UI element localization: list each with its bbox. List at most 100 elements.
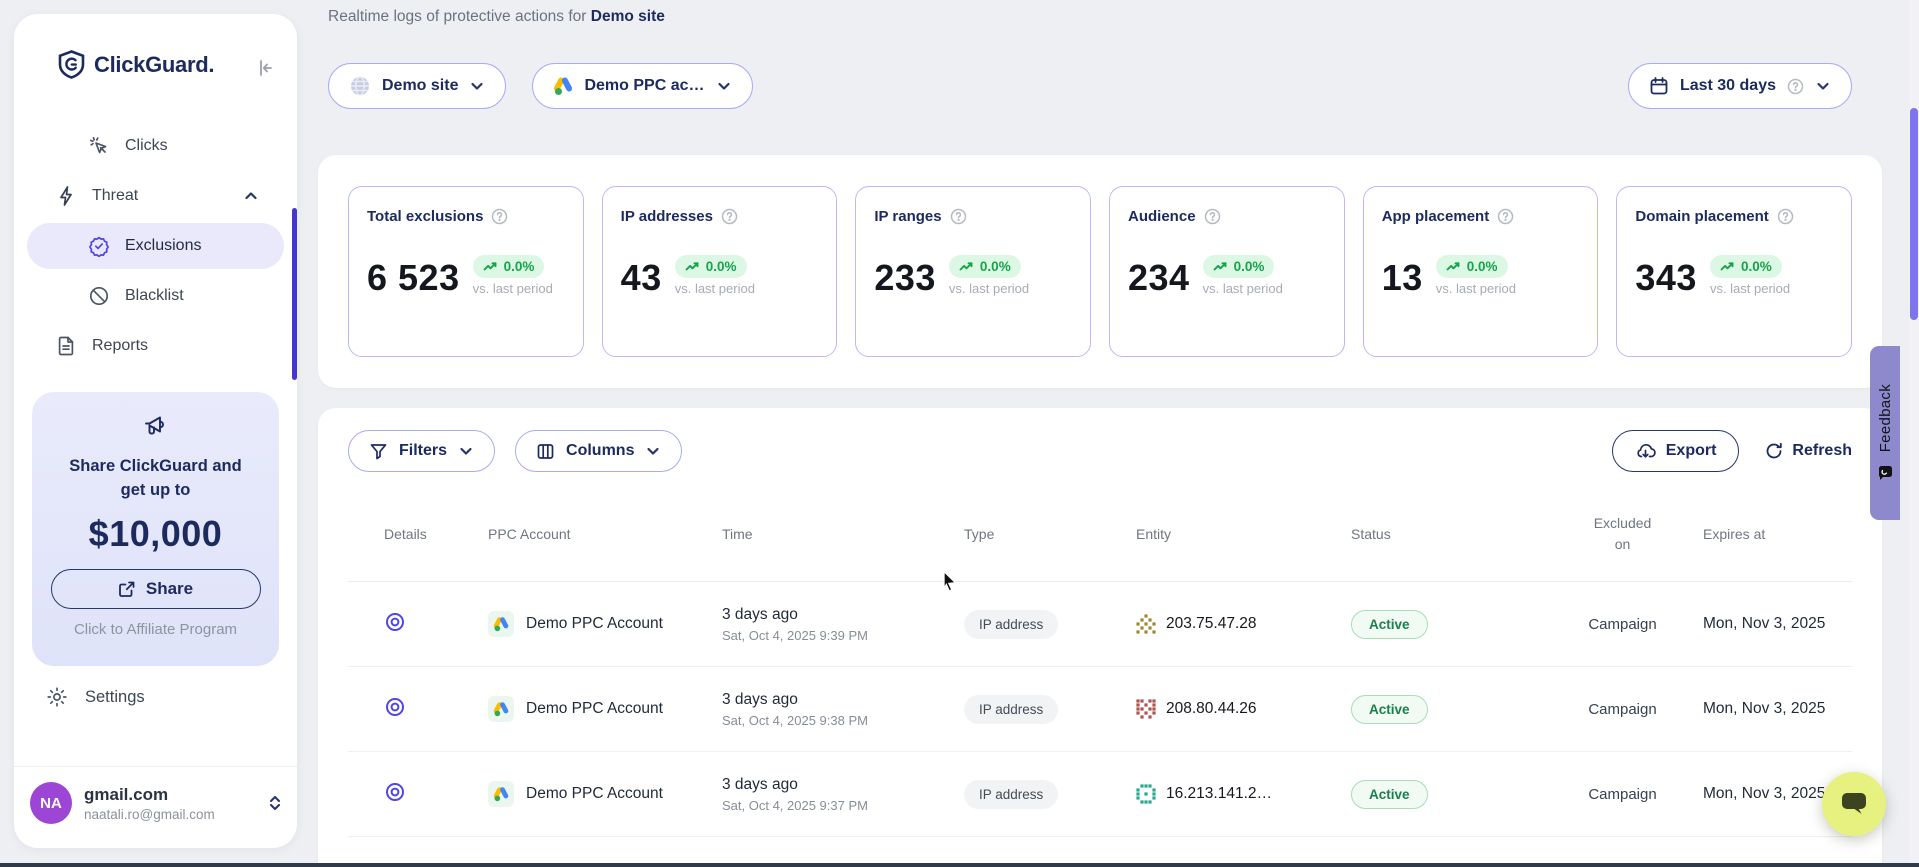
stat-caption: vs. last period (473, 281, 553, 296)
trending-up-icon (483, 261, 498, 272)
chat-launcher-button[interactable] (1822, 772, 1886, 836)
expires-at-value: Mon, Nov 3, 2025 (1695, 615, 1852, 633)
sidebar-collapse-icon[interactable] (255, 58, 275, 78)
details-view-icon[interactable] (384, 611, 406, 633)
funnel-icon (369, 442, 388, 461)
stat-caption: vs. last period (1436, 281, 1516, 296)
stat-value: 343 (1635, 260, 1697, 296)
stat-card: IP ranges 233 0.0% vs. last period (855, 186, 1091, 357)
stat-label: IP addresses (621, 208, 713, 225)
document-icon (55, 335, 77, 357)
column-header: Expires at (1695, 526, 1852, 542)
badge-check-icon (88, 235, 110, 257)
details-view-icon[interactable] (384, 696, 406, 718)
stat-value: 6 523 (367, 260, 460, 296)
feedback-smiley-icon (1877, 465, 1894, 482)
table-header-row: DetailsPPC AccountTimeTypeEntityStatusEx… (348, 486, 1852, 582)
ppc-account-selector-label: Demo PPC ac… (584, 77, 704, 95)
google-ads-icon (488, 781, 514, 807)
stat-delta-badge: 0.0% (1710, 255, 1782, 278)
details-view-icon[interactable] (384, 781, 406, 803)
refresh-icon (1765, 442, 1783, 460)
table-body: Demo PPC Account 3 days ago Sat, Oct 4, … (348, 582, 1852, 867)
ppc-account-name: Demo PPC Account (526, 700, 663, 718)
help-icon[interactable] (950, 208, 967, 225)
refresh-button-label: Refresh (1792, 442, 1852, 460)
chat-bubble-icon (1839, 790, 1869, 818)
status-badge: Active (1351, 695, 1428, 724)
expires-at-value: Mon, Nov 3, 2025 (1695, 700, 1852, 718)
stat-label: App placement (1382, 208, 1490, 225)
date-range-selector[interactable]: Last 30 days (1628, 63, 1852, 109)
share-button[interactable]: Share (51, 569, 261, 609)
export-button-label: Export (1666, 442, 1717, 460)
sidebar-item-settings[interactable]: Settings (46, 686, 145, 708)
stat-caption: vs. last period (1203, 281, 1283, 296)
columns-icon (536, 442, 555, 461)
stat-value: 43 (621, 260, 662, 296)
sidebar-item-exclusions[interactable]: Exclusions (27, 223, 284, 269)
time-exact: Sat, Oct 4, 2025 9:37 PM (722, 798, 940, 813)
sidebar-divider (14, 766, 297, 767)
excluded-on-value: Campaign (1550, 616, 1695, 633)
time-relative: 3 days ago (722, 606, 940, 624)
help-icon[interactable] (1787, 78, 1804, 95)
calendar-icon (1649, 76, 1669, 96)
feedback-tab[interactable]: Feedback (1870, 346, 1900, 520)
refresh-button[interactable]: Refresh (1765, 442, 1852, 460)
filters-button[interactable]: Filters (348, 430, 495, 472)
stat-label: Total exclusions (367, 208, 483, 225)
sidebar-item-threat[interactable]: Threat (14, 171, 297, 221)
sidebar-nav: Clicks Threat Exclusions Blacklist (14, 121, 297, 371)
stat-delta-badge: 0.0% (949, 255, 1021, 278)
help-icon[interactable] (1497, 208, 1514, 225)
stat-caption: vs. last period (675, 281, 755, 296)
google-ads-icon (553, 76, 573, 96)
stat-delta-badge: 0.0% (675, 255, 747, 278)
column-header: Type (940, 526, 1120, 542)
promo-caption[interactable]: Click to Affiliate Program (32, 621, 279, 638)
share-button-label: Share (146, 579, 193, 599)
entity-value: 16.213.141.2… (1166, 785, 1272, 803)
sidebar-item-clicks[interactable]: Clicks (14, 121, 297, 171)
excluded-on-value: Campaign (1550, 701, 1695, 718)
time-exact: Sat, Oct 4, 2025 9:39 PM (722, 628, 940, 643)
stat-label: Audience (1128, 208, 1196, 225)
help-icon[interactable] (1204, 208, 1221, 225)
time-relative: 3 days ago (722, 776, 940, 794)
stats-row: Total exclusions 6 523 0.0% vs. last per… (318, 155, 1882, 388)
sidebar-nav-scrollbar[interactable] (292, 208, 297, 380)
entity-identicon (1136, 784, 1156, 804)
time-exact: Sat, Oct 4, 2025 9:38 PM (722, 713, 940, 728)
sidebar-item-label: Reports (92, 337, 148, 355)
scrollbar-thumb[interactable] (1910, 108, 1918, 320)
stat-delta-badge: 0.0% (473, 255, 545, 278)
help-icon[interactable] (721, 208, 738, 225)
site-selector[interactable]: Demo site (328, 63, 506, 109)
column-header: Status (1335, 526, 1550, 542)
entity-identicon (1136, 614, 1156, 634)
brand-logo: ClickGuard. (58, 50, 214, 79)
cursor-click-icon (88, 135, 110, 157)
sidebar-item-blacklist[interactable]: Blacklist (14, 271, 297, 321)
help-icon[interactable] (491, 208, 508, 225)
sidebar-item-reports[interactable]: Reports (14, 321, 297, 371)
table-toolbar: Filters Columns Export (348, 428, 1852, 474)
account-switcher[interactable]: NA gmail.com naatali.ro@gmail.com (30, 782, 283, 824)
type-badge: IP address (964, 695, 1058, 724)
ppc-account-name: Demo PPC Account (526, 615, 663, 633)
time-relative: 3 days ago (722, 691, 940, 709)
export-button[interactable]: Export (1612, 430, 1740, 472)
promo-headline: Share ClickGuard and get up to (56, 455, 256, 503)
type-badge: IP address (964, 610, 1058, 639)
ppc-account-selector[interactable]: Demo PPC ac… (532, 63, 752, 109)
account-name: gmail.com (84, 785, 215, 805)
page-scrollbar[interactable] (1909, 0, 1919, 867)
stat-card: Audience 234 0.0% vs. last period (1109, 186, 1345, 357)
columns-button[interactable]: Columns (515, 430, 682, 472)
column-header: Excluded on (1550, 513, 1695, 555)
chevron-up-icon[interactable] (243, 188, 259, 204)
help-icon[interactable] (1777, 208, 1794, 225)
chevron-down-icon (458, 443, 474, 459)
sidebar-item-label: Threat (92, 187, 138, 205)
